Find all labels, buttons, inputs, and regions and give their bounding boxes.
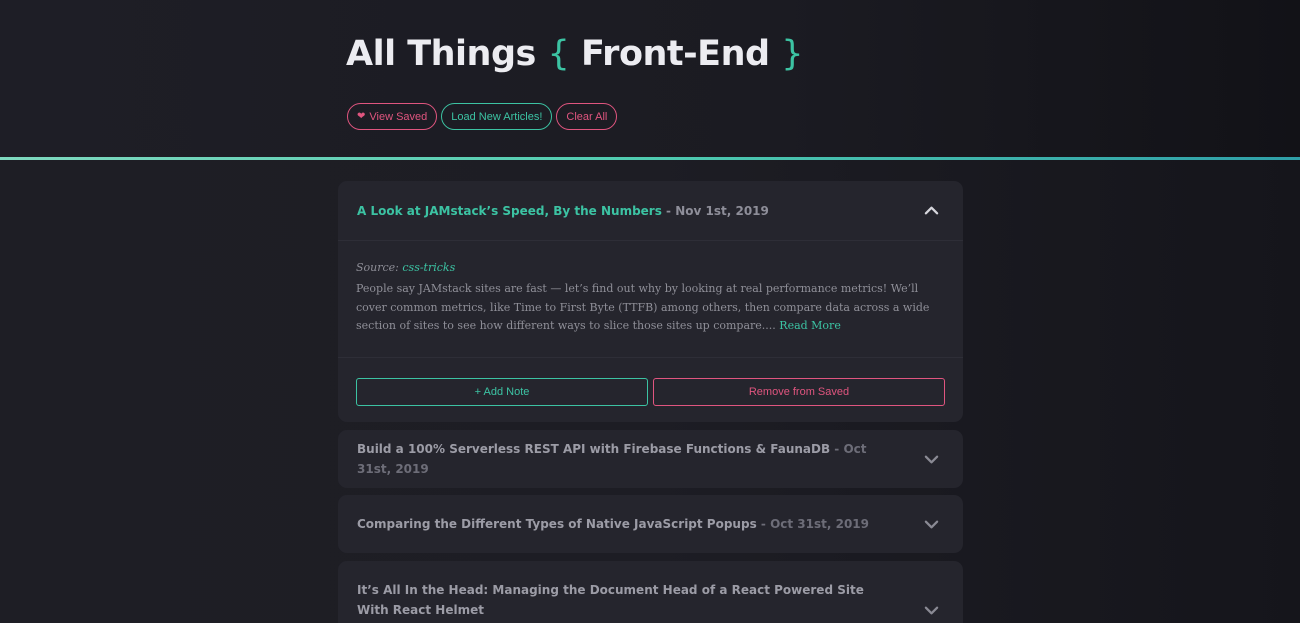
source-label: Source: (356, 261, 399, 274)
article-header[interactable]: It’s All In the Head: Managing the Docum… (338, 561, 963, 623)
article-title[interactable]: Build a 100% Serverless REST API with Fi… (357, 439, 897, 479)
chevron-down-icon[interactable] (924, 452, 939, 467)
header: All Things { Front-End } ❤ View Saved Lo… (0, 0, 1300, 158)
page: All Things { Front-End } ❤ View Saved Lo… (0, 0, 1300, 623)
heart-icon: ❤ (357, 111, 366, 122)
read-more-link[interactable]: Read More (779, 319, 841, 332)
chevron-down-icon[interactable] (924, 517, 939, 532)
article-card: It’s All In the Head: Managing the Docum… (338, 561, 963, 623)
date-separator: - (661, 203, 676, 218)
article-title[interactable]: Comparing the Different Types of Native … (357, 514, 869, 534)
header-button-row: ❤ View Saved Load New Articles! Clear Al… (347, 103, 618, 130)
article-title-text: It’s All In the Head: Managing the Docum… (357, 583, 864, 617)
view-saved-label: View Saved (369, 110, 428, 123)
load-new-articles-button[interactable]: Load New Articles! (441, 103, 553, 130)
title-brace-open: { (547, 34, 570, 74)
clear-all-label: Clear All (566, 110, 608, 123)
article-source: Source: css-tricks (356, 261, 945, 274)
article-date: - Oct 31st, 2019 (757, 517, 869, 531)
article-date-text: Oct 31st, 2019 (770, 517, 870, 531)
source-link[interactable]: css-tricks (402, 261, 455, 274)
article-date: - Nov 1st, 2019 (662, 204, 769, 218)
article-title[interactable]: It’s All In the Head: Managing the Docum… (357, 580, 897, 620)
article-header[interactable]: Comparing the Different Types of Native … (338, 495, 963, 553)
title-prefix: All Things (346, 34, 536, 74)
remove-from-saved-button[interactable]: Remove from Saved (653, 377, 945, 406)
article-summary: People say JAMstack sites are fast — let… (356, 280, 946, 336)
add-note-button[interactable]: + Add Note (356, 377, 648, 406)
article-title-text: A Look at JAMstack’s Speed, By the Numbe… (357, 203, 662, 218)
article-title[interactable]: A Look at JAMstack’s Speed, By the Numbe… (357, 201, 769, 221)
view-saved-button[interactable]: ❤ View Saved (347, 103, 438, 130)
title-brace-close: } (781, 34, 804, 74)
article-date-text: Nov 1st, 2019 (675, 203, 769, 218)
page-title: All Things { Front-End } (346, 34, 804, 74)
article-actions: + Add Note Remove from Saved (338, 356, 963, 424)
article-title-text: Comparing the Different Types of Native … (357, 517, 757, 531)
title-core: Front-End (581, 34, 770, 74)
article-summary-text: People say JAMstack sites are fast — let… (356, 282, 930, 332)
article-card: A Look at JAMstack’s Speed, By the Numbe… (338, 181, 963, 422)
article-header[interactable]: A Look at JAMstack’s Speed, By the Numbe… (338, 181, 963, 240)
chevron-up-icon[interactable] (924, 203, 939, 218)
chevron-down-icon[interactable] (924, 603, 939, 618)
article-title-text: Build a 100% Serverless REST API with Fi… (357, 442, 831, 456)
add-note-label: + Add Note (474, 385, 530, 398)
header-divider (0, 157, 1300, 160)
date-separator: - (756, 517, 771, 531)
article-body: Source: css-tricks People say JAMstack s… (338, 240, 963, 336)
clear-all-button[interactable]: Clear All (556, 103, 618, 130)
article-header[interactable]: Build a 100% Serverless REST API with Fi… (338, 430, 963, 488)
remove-from-saved-label: Remove from Saved (748, 385, 850, 398)
load-new-label: Load New Articles! (451, 110, 543, 123)
article-card: Comparing the Different Types of Native … (338, 495, 963, 553)
article-card: Build a 100% Serverless REST API with Fi… (338, 430, 963, 488)
date-separator: - (830, 442, 844, 456)
